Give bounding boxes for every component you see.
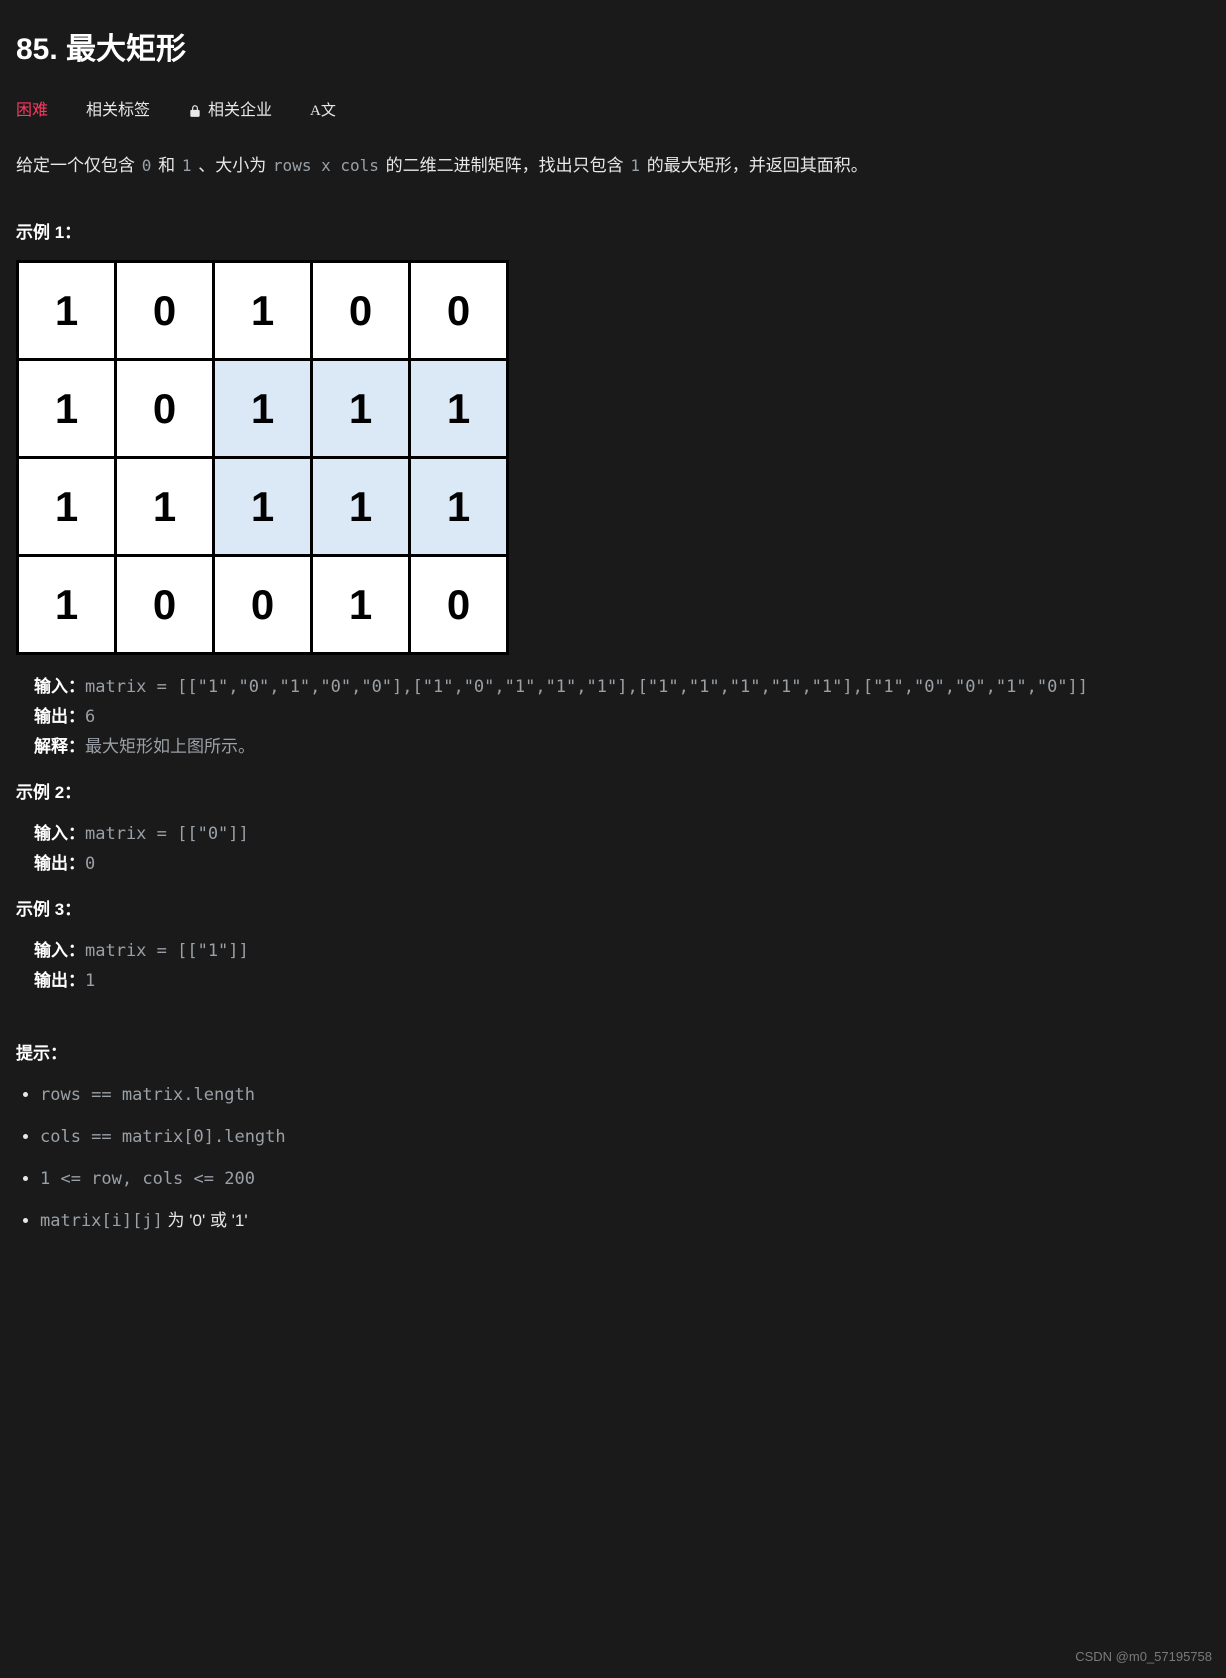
desc-text: 的二维二进制矩阵，找出只包含 [381,156,628,175]
example3-block: 输入：matrix = [["1"]] 输出：1 [34,937,1210,995]
output-value: 1 [85,971,95,991]
matrix-cell: 1 [312,457,410,555]
constraint-tail: 为 '0' 或 '1' [163,1211,248,1230]
matrix-table: 10100101111111110010 [16,260,509,655]
matrix-cell: 0 [312,261,410,359]
watermark: CSDN @m0_57195758 [1075,1647,1212,1668]
input-value: matrix = [["1"]] [85,941,249,961]
matrix-cell: 1 [410,359,508,457]
related-companies-label: 相关企业 [208,98,272,124]
example3-heading: 示例 3： [16,896,1210,923]
input-label: 输入： [34,941,85,960]
explain-value: 最大矩形如上图所示。 [85,737,255,756]
font-switch-icon[interactable]: A文 [310,99,336,123]
matrix-cell: 1 [312,359,410,457]
example2-heading: 示例 2： [16,779,1210,806]
desc-text: 、大小为 [193,156,270,175]
output-label: 输出： [34,707,85,726]
constraints-list: rows == matrix.length cols == matrix[0].l… [16,1081,1210,1236]
matrix-cell: 1 [214,359,312,457]
matrix-cell: 0 [410,555,508,653]
output-value: 6 [85,707,95,727]
meta-row: 困难 相关标签 相关企业 A文 [16,98,1210,124]
input-label: 输入： [34,824,85,843]
constraint-item: cols == matrix[0].length [40,1123,1210,1151]
difficulty-badge: 困难 [16,98,48,124]
desc-text: 的最大矩形，并返回其面积。 [642,156,868,175]
matrix-cell: 1 [18,359,116,457]
output-label: 输出： [34,971,85,990]
example1-heading: 示例 1： [16,219,1210,246]
matrix-cell: 1 [18,555,116,653]
matrix-cell: 0 [410,261,508,359]
constraints-heading: 提示： [16,1040,1210,1067]
output-label: 输出： [34,854,85,873]
desc-code: 0 [140,156,154,175]
lock-icon [188,104,202,118]
constraint-item: rows == matrix.length [40,1081,1210,1109]
input-label: 输入： [34,677,85,696]
matrix-cell: 1 [18,457,116,555]
matrix-cell: 0 [116,359,214,457]
example2-block: 输入：matrix = [["0"]] 输出：0 [34,820,1210,878]
problem-title: 85. 最大矩形 [16,26,1210,74]
constraint-code: matrix[i][j] [40,1211,163,1231]
constraint-item: 1 <= row, cols <= 200 [40,1165,1210,1193]
related-tags-link[interactable]: 相关标签 [86,98,150,124]
related-companies-link[interactable]: 相关企业 [188,98,272,124]
matrix-cell: 1 [18,261,116,359]
desc-code: rows x cols [271,156,381,175]
output-value: 0 [85,854,95,874]
desc-code: 1 [180,156,194,175]
matrix-cell: 0 [116,261,214,359]
constraint-code: cols == matrix[0].length [40,1127,286,1147]
problem-description: 给定一个仅包含 0 和 1 、大小为 rows x cols 的二维二进制矩阵，… [16,152,1210,179]
matrix-cell: 0 [116,555,214,653]
example1-matrix-image: 10100101111111110010 [16,260,1210,655]
matrix-cell: 1 [410,457,508,555]
matrix-cell: 1 [214,261,312,359]
constraint-code: rows == matrix.length [40,1085,255,1105]
input-value: matrix = [["0"]] [85,824,249,844]
desc-text: 和 [153,156,179,175]
matrix-cell: 1 [214,457,312,555]
constraint-code: 1 <= row, cols <= 200 [40,1169,255,1189]
desc-text: 给定一个仅包含 [16,156,140,175]
example1-block: 输入：matrix = [["1","0","1","0","0"],["1",… [34,673,1210,761]
matrix-cell: 1 [116,457,214,555]
matrix-cell: 0 [214,555,312,653]
explain-label: 解释： [34,737,85,756]
input-value: matrix = [["1","0","1","0","0"],["1","0"… [85,677,1088,697]
matrix-cell: 1 [312,555,410,653]
desc-code: 1 [628,156,642,175]
constraint-item: matrix[i][j] 为 '0' 或 '1' [40,1207,1210,1235]
